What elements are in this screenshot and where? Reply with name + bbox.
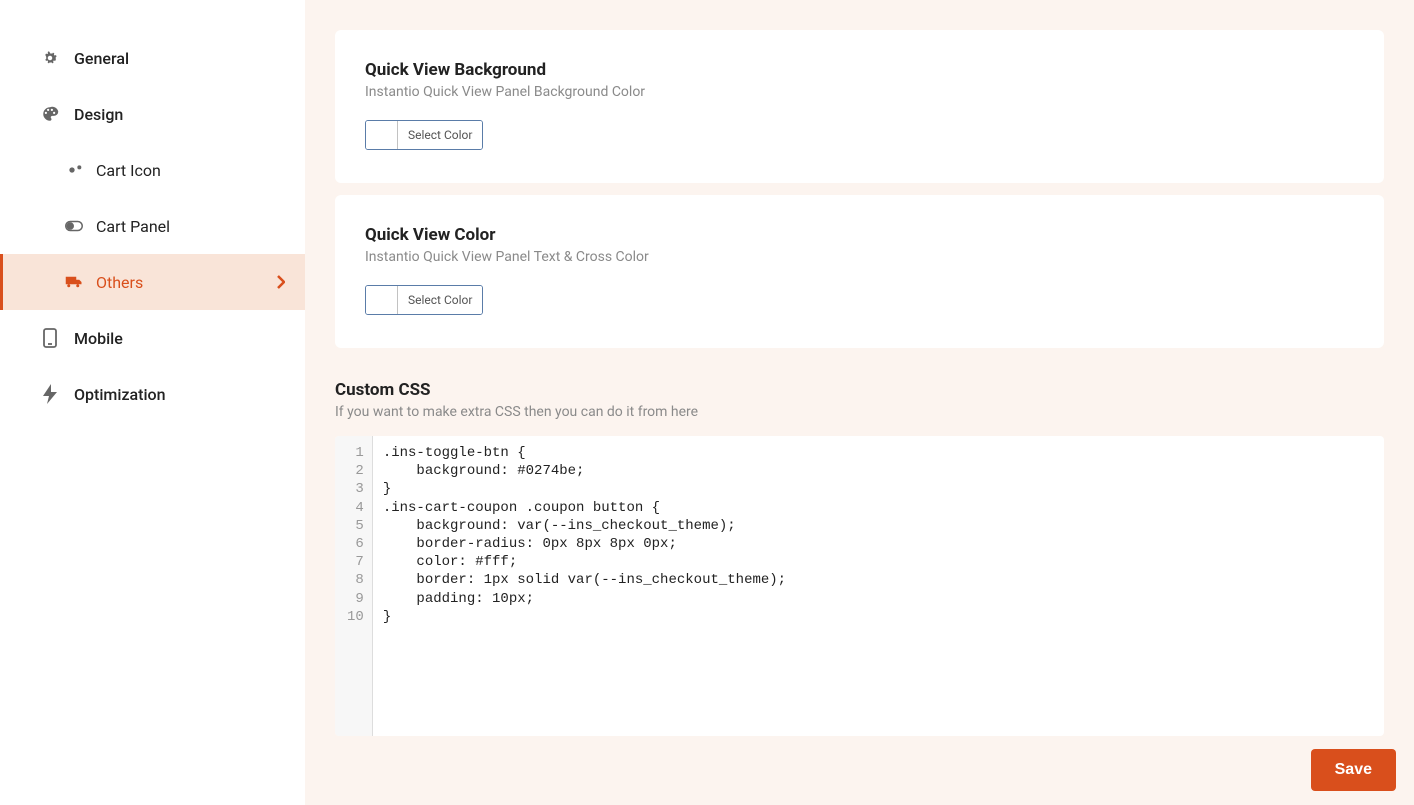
card-quick-view-color: Quick View Color Instantio Quick View Pa… — [335, 195, 1384, 348]
sidebar-item-design[interactable]: Design — [0, 86, 305, 142]
color-picker-label: Select Color — [398, 121, 482, 149]
code-content[interactable]: .ins-toggle-btn { background: #0274be; }… — [373, 436, 1384, 736]
truck-icon — [64, 272, 84, 292]
main-content: Quick View Background Instantio Quick Vi… — [305, 0, 1414, 805]
sidebar-item-label: Mobile — [74, 329, 123, 348]
code-gutter: 12345678910 — [335, 436, 373, 736]
code-editor[interactable]: 12345678910 .ins-toggle-btn { background… — [335, 436, 1384, 736]
custom-css-desc: If you want to make extra CSS then you c… — [335, 404, 1384, 420]
palette-icon — [40, 104, 60, 124]
sidebar-subitem-cart-panel[interactable]: Cart Panel — [0, 198, 305, 254]
sidebar-subitem-label: Others — [96, 273, 143, 292]
card-title: Quick View Background — [365, 60, 1354, 80]
card-quick-view-background: Quick View Background Instantio Quick Vi… — [335, 30, 1384, 183]
gears-icon — [64, 160, 84, 180]
mobile-icon — [40, 328, 60, 348]
sidebar-item-label: General — [74, 49, 129, 68]
card-desc: Instantio Quick View Panel Text & Cross … — [365, 249, 1354, 265]
sidebar-subitem-others[interactable]: Others — [0, 254, 305, 310]
custom-css-title: Custom CSS — [335, 380, 1384, 400]
card-desc: Instantio Quick View Panel Background Co… — [365, 84, 1354, 100]
bolt-icon — [40, 384, 60, 404]
gear-icon — [40, 48, 60, 68]
sidebar: General Design Cart Icon Cart Panel Othe — [0, 0, 305, 805]
chevron-right-icon — [277, 275, 285, 289]
save-button[interactable]: Save — [1311, 749, 1396, 791]
sidebar-subitem-cart-icon[interactable]: Cart Icon — [0, 142, 305, 198]
sidebar-subitem-label: Cart Panel — [96, 217, 170, 236]
card-title: Quick View Color — [365, 225, 1354, 245]
sidebar-item-label: Design — [74, 105, 123, 124]
color-swatch[interactable] — [366, 286, 398, 314]
color-picker-qv-color[interactable]: Select Color — [365, 285, 483, 315]
sidebar-item-mobile[interactable]: Mobile — [0, 310, 305, 366]
sidebar-item-general[interactable]: General — [0, 30, 305, 86]
sidebar-item-label: Optimization — [74, 385, 166, 404]
color-swatch[interactable] — [366, 121, 398, 149]
color-picker-label: Select Color — [398, 286, 482, 314]
toggle-icon — [64, 216, 84, 236]
custom-css-section: Custom CSS If you want to make extra CSS… — [335, 360, 1384, 736]
color-picker-qv-bg[interactable]: Select Color — [365, 120, 483, 150]
sidebar-item-optimization[interactable]: Optimization — [0, 366, 305, 422]
sidebar-subitem-label: Cart Icon — [96, 161, 161, 180]
